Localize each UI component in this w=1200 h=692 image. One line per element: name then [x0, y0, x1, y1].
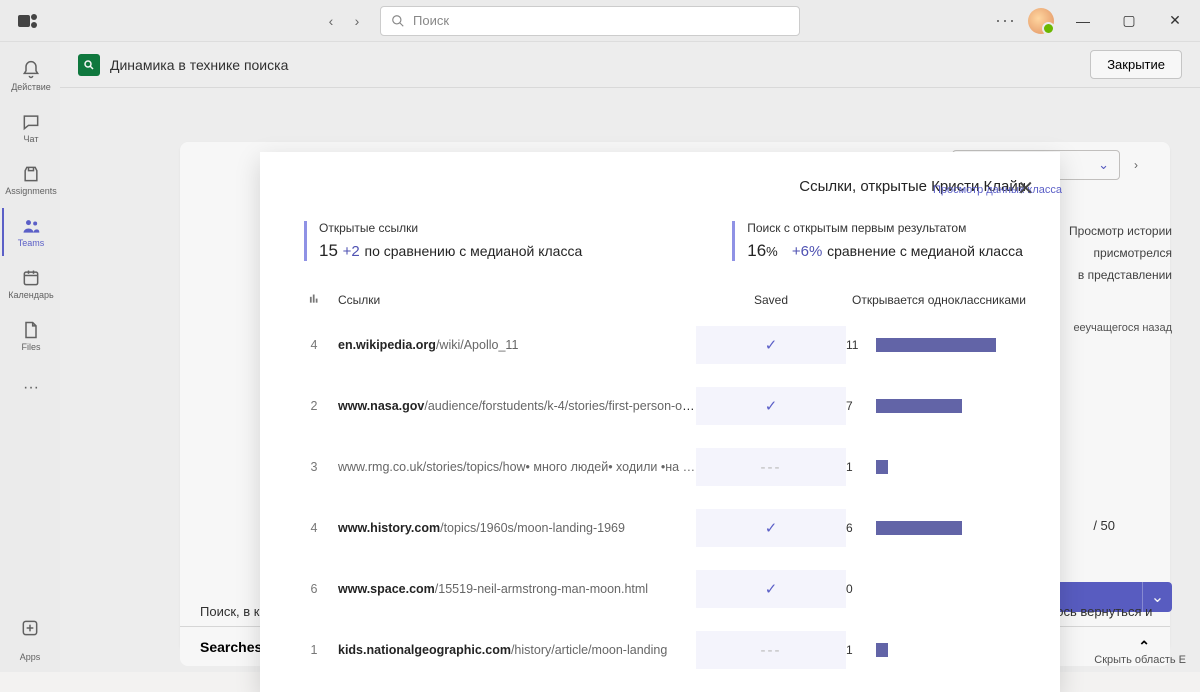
row-index: 6: [294, 582, 334, 596]
row-saved: ✓: [696, 509, 846, 547]
rail-chat[interactable]: Чат: [2, 104, 58, 152]
row-index: 2: [294, 399, 334, 413]
app-rail: Действие Чат Assignments Teams Календарь…: [0, 42, 60, 672]
content-area: Динамика в технике поиска Закрытие Клайн…: [60, 42, 1200, 672]
row-peers: 0: [846, 582, 1026, 596]
table-header: Ссылки Saved Открывается одноклассниками: [294, 285, 1026, 314]
row-index: 4: [294, 521, 334, 535]
metrics: Открытые ссылки 15 +2 по сравнению с мед…: [294, 221, 1026, 261]
calendar-icon: [21, 268, 41, 288]
row-saved: ✓: [696, 326, 846, 364]
table-row[interactable]: 1kids.nationalgeographic.com/history/art…: [294, 619, 1026, 680]
forward-button[interactable]: ›: [346, 10, 368, 32]
rail-apps-label: Apps: [20, 652, 41, 662]
history-nav: ‹ ›: [320, 10, 368, 32]
row-peers: 11: [846, 338, 1026, 352]
row-saved: ---: [696, 448, 846, 486]
view-class-link[interactable]: Просмотр данных класса: [933, 184, 1062, 196]
rail-apps[interactable]: [2, 604, 58, 652]
metric-open-links: Открытые ссылки 15 +2 по сравнению с мед…: [304, 221, 582, 261]
back-button[interactable]: ‹: [320, 10, 342, 32]
maximize-button[interactable]: ▢: [1112, 4, 1146, 38]
table-row[interactable]: 2www.nasa.gov/audience/forstudents/k-4/s…: [294, 375, 1026, 436]
row-saved: ✓: [696, 570, 846, 608]
row-saved: ✓: [696, 387, 846, 425]
metric-first-result: Поиск с открытым первым результатом 16% …: [732, 221, 1023, 261]
bell-icon: [21, 60, 41, 80]
avatar[interactable]: [1028, 8, 1054, 34]
teams-icon: [21, 216, 41, 236]
col-links-header[interactable]: Ссылки: [334, 293, 696, 307]
files-icon: [21, 320, 41, 340]
row-index: 4: [294, 338, 334, 352]
row-peers: 1: [846, 460, 1026, 474]
row-link[interactable]: www.rmg.co.uk/stories/topics/how• много …: [334, 460, 696, 474]
row-link[interactable]: www.nasa.gov/audience/forstudents/k-4/st…: [334, 399, 696, 413]
table-row[interactable]: 6www.space.com/15519-neil-armstrong-man-…: [294, 558, 1026, 619]
close-icon[interactable]: ✕: [1017, 176, 1034, 201]
row-link[interactable]: www.history.com/topics/1960s/moon-landin…: [334, 521, 696, 535]
col-saved-header[interactable]: Saved: [696, 293, 846, 307]
row-link[interactable]: en.wikipedia.org/wiki/Apollo_11: [334, 338, 696, 352]
row-peers: 6: [846, 521, 1026, 535]
rail-files[interactable]: Files: [2, 312, 58, 360]
rail-activity[interactable]: Действие: [2, 52, 58, 100]
row-index: 3: [294, 460, 334, 474]
sort-icon[interactable]: [294, 291, 334, 308]
rail-teams[interactable]: Teams: [2, 208, 58, 256]
row-link[interactable]: kids.nationalgeographic.com/history/arti…: [334, 643, 696, 657]
table-row[interactable]: 4en.wikipedia.org/wiki/Apollo_11✓11: [294, 314, 1026, 375]
teams-logo-icon: [16, 9, 40, 33]
col-peers-header[interactable]: Открывается одноклассниками: [846, 293, 1026, 307]
apps-icon: [20, 618, 40, 638]
search-placeholder: Поиск: [413, 13, 449, 28]
table-row[interactable]: 4www.history.com/topics/1960s/moon-landi…: [294, 497, 1026, 558]
chat-icon: [21, 112, 41, 132]
row-link[interactable]: www.space.com/15519-neil-armstrong-man-m…: [334, 582, 696, 596]
rail-assignments[interactable]: Assignments: [2, 156, 58, 204]
search-icon: [391, 14, 405, 28]
table-row[interactable]: 3www.rmg.co.uk/stories/topics/how• много…: [294, 436, 1026, 497]
row-peers: 1: [846, 643, 1026, 657]
assignments-icon: [21, 164, 41, 184]
row-index: 1: [294, 643, 334, 657]
titlebar: ‹ › Поиск ··· — ▢ ✕: [0, 0, 1200, 42]
links-table: Ссылки Saved Открывается одноклассниками…: [294, 285, 1026, 680]
row-saved: ---: [696, 631, 846, 669]
minimize-button[interactable]: —: [1066, 4, 1100, 38]
search-input[interactable]: Поиск: [380, 6, 800, 36]
rail-more[interactable]: ···: [2, 364, 58, 412]
links-modal: Ссылки, открытые Кристи Клайн Просмотр д…: [260, 152, 1060, 692]
close-window-button[interactable]: ✕: [1158, 4, 1192, 38]
row-peers: 7: [846, 399, 1026, 413]
more-button[interactable]: ···: [995, 10, 1016, 31]
rail-calendar[interactable]: Календарь: [2, 260, 58, 308]
